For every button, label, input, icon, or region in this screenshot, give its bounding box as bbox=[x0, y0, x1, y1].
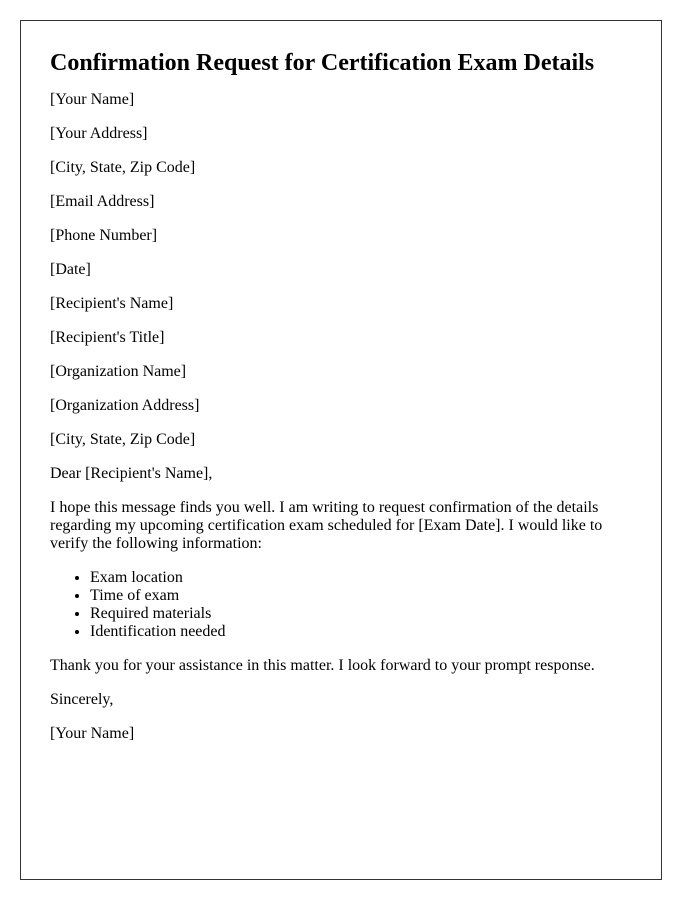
intro-paragraph: I hope this message finds you well. I am… bbox=[50, 499, 603, 552]
signature: [Your Name] bbox=[50, 725, 135, 742]
closing: Sincerely, bbox=[50, 691, 114, 708]
sender-name: [Your Name] bbox=[50, 91, 135, 108]
sender-city-state-zip: [City, State, Zip Code] bbox=[50, 159, 196, 176]
letter-title: Confirmation Request for Certification E… bbox=[50, 50, 595, 76]
sender-address: [Your Address] bbox=[50, 125, 148, 142]
sender-phone: [Phone Number] bbox=[50, 227, 158, 244]
recipient-title: [Recipient's Title] bbox=[50, 329, 165, 346]
letter-date: [Date] bbox=[50, 261, 91, 278]
list-item: Exam location bbox=[90, 569, 632, 587]
verification-list: Exam location Time of exam Required mate… bbox=[50, 569, 632, 641]
organization-address: [Organization Address] bbox=[50, 397, 200, 414]
sender-email: [Email Address] bbox=[50, 193, 155, 210]
list-item: Identification needed bbox=[90, 623, 632, 641]
list-item: Time of exam bbox=[90, 587, 632, 605]
recipient-name: [Recipient's Name] bbox=[50, 295, 174, 312]
letter-container: Confirmation Request for Certification E… bbox=[20, 20, 662, 880]
salutation: Dear [Recipient's Name], bbox=[50, 465, 213, 482]
list-item: Required materials bbox=[90, 605, 632, 623]
organization-name: [Organization Name] bbox=[50, 363, 187, 380]
closing-paragraph: Thank you for your assistance in this ma… bbox=[50, 657, 595, 674]
recipient-city-state-zip: [City, State, Zip Code] bbox=[50, 431, 196, 448]
